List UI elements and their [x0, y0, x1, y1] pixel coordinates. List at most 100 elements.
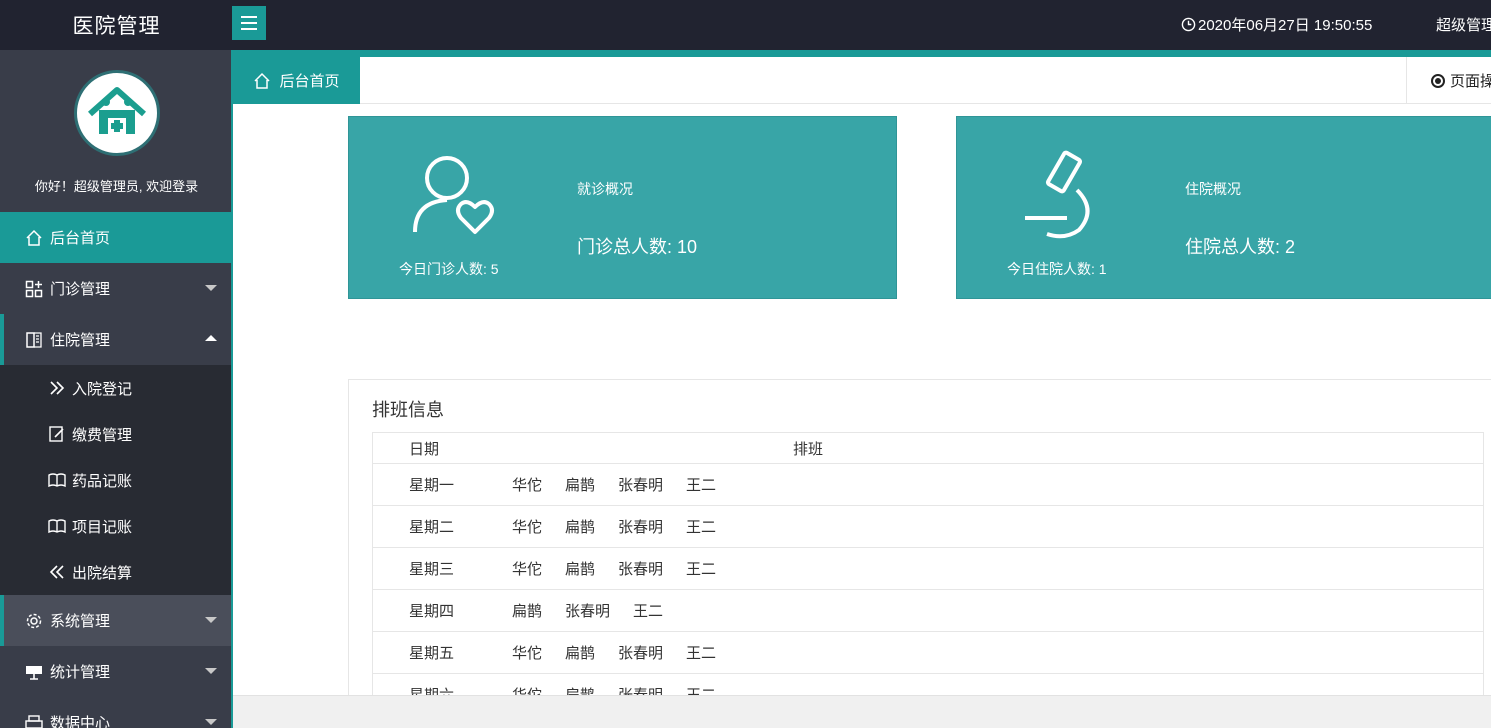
- submenu-item-admission[interactable]: 入院登记: [0, 365, 231, 411]
- column-header-date: 日期: [409, 440, 440, 458]
- sidebar-item-label: 门诊管理: [50, 281, 111, 298]
- table-row: 星期五 华佗 扁鹊 张春明 王二: [373, 632, 1483, 674]
- tab-label: 后台首页: [279, 73, 340, 90]
- submenu-item-drug-billing[interactable]: 药品记账: [0, 457, 231, 503]
- table-row: 星期六华佗 扁鹊 张春明 王二: [373, 674, 1483, 695]
- open-book-icon: [48, 471, 66, 489]
- submenu-item-label: 入院登记: [72, 380, 133, 398]
- chevron-up-icon: [205, 335, 217, 341]
- schedule-doctor: 张春明: [618, 645, 664, 662]
- schedule-doctor: 华佗: [512, 519, 543, 536]
- inpatient-summary-card[interactable]: 今日住院人数: 1 住院概况 住院总人数: 2: [956, 116, 1491, 299]
- submenu-item-label: 药品记账: [72, 472, 133, 490]
- sidebar-item-label: 系统管理: [50, 613, 111, 630]
- print-icon: [25, 714, 43, 728]
- hospital-logo-icon: [88, 87, 146, 134]
- double-chevron-left-icon: [48, 563, 66, 581]
- page-operation-button[interactable]: 页面操作: [1406, 57, 1491, 104]
- schedule-doctor: 王二: [686, 645, 717, 662]
- schedule-table: 日期 排班 星期一 华佗 扁鹊 张春明 王二 星期二 华佗 扁鹊 张春明 王二 星期三 华佗 扁鹊 张春明…: [372, 432, 1484, 695]
- hamburger-icon: [241, 16, 257, 30]
- grid-icon: [25, 280, 43, 298]
- chevron-down-icon: [205, 285, 217, 291]
- sidebar-item-label: 统计管理: [50, 664, 111, 681]
- book-icon: [25, 331, 43, 349]
- menu-toggle-button[interactable]: [232, 6, 266, 40]
- outpatient-summary-card[interactable]: 今日门诊人数: 5 就诊概况 门诊总人数: 10: [348, 116, 897, 299]
- clock-icon: [1181, 17, 1196, 32]
- main-content: 今日门诊人数: 5 就诊概况 门诊总人数: 10 今日住院人数: 1 住院概况 …: [233, 104, 1491, 695]
- schedule-doctor: 扁鹊: [565, 645, 596, 662]
- table-row: 星期四 扁鹊 张春明 王二: [373, 590, 1483, 632]
- welcome-text: 你好！超级管理员, 欢迎登录: [34, 179, 199, 194]
- sidebar-item-outpatient[interactable]: 门诊管理: [0, 263, 231, 314]
- schedule-doctor: 张春明: [618, 477, 664, 494]
- schedule-doctor: 扁鹊: [565, 477, 596, 494]
- edit-icon: [48, 425, 66, 443]
- schedule-doctor: 扁鹊: [565, 684, 595, 695]
- table-row: 星期二 华佗 扁鹊 张春明 王二: [373, 506, 1483, 548]
- schedule-doctor: 扁鹊: [512, 603, 543, 620]
- total-count: 住院总人数: 2: [1185, 237, 1296, 257]
- clock-text: 2020年06月27日 19:50:55: [1198, 17, 1373, 34]
- app-title: 医院管理: [72, 15, 161, 38]
- chevron-down-icon: [205, 719, 217, 725]
- schedule-doctor: 张春明: [618, 519, 664, 536]
- schedule-doctor: 华佗: [512, 645, 543, 662]
- sidebar-item-home[interactable]: 后台首页: [0, 212, 231, 263]
- column-header-schedule: 排班: [793, 440, 824, 458]
- schedule-doctor: 王二: [686, 684, 716, 695]
- chevron-down-icon: [205, 617, 217, 623]
- schedule-doctor: 王二: [686, 561, 717, 578]
- table-row: 星期三 华佗 扁鹊 张春明 王二: [373, 548, 1483, 590]
- schedule-doctor: 扁鹊: [565, 519, 596, 536]
- schedule-doctor: 华佗: [512, 477, 543, 494]
- tab-bar: 后台首页 页面操作: [233, 50, 1491, 104]
- tab-home[interactable]: 后台首页: [233, 57, 360, 104]
- open-book-icon: [48, 517, 66, 535]
- submenu-item-label: 项目记账: [72, 518, 133, 536]
- table-header: 日期 排班: [373, 433, 1483, 464]
- clock: 2020年06月27日 19:50:55: [1181, 14, 1372, 35]
- submenu-item-label: 出院结算: [72, 564, 133, 582]
- microscope-icon: [1025, 150, 1090, 239]
- schedule-day: 星期一: [409, 477, 455, 494]
- home-icon: [254, 72, 271, 89]
- schedule-day: 星期六: [373, 684, 512, 695]
- schedule-doctor: 王二: [686, 519, 717, 536]
- schedule-doctor: 王二: [686, 477, 717, 494]
- chevron-down-icon: [205, 668, 217, 674]
- schedule-day: 星期五: [409, 645, 455, 662]
- gear-icon: [25, 612, 43, 630]
- schedule-day: 星期三: [409, 561, 455, 578]
- submenu-item-discharge[interactable]: 出院结算: [0, 549, 231, 595]
- sidebar-item-statistics[interactable]: 统计管理: [0, 646, 231, 697]
- user-menu[interactable]: 超级管理: [1436, 14, 1491, 35]
- footer: [233, 695, 1491, 728]
- double-chevron-right-icon: [48, 379, 66, 397]
- card-title: 就诊概况: [577, 181, 633, 197]
- submenu-item-payment[interactable]: 缴费管理: [0, 411, 231, 457]
- avatar: [74, 70, 160, 156]
- board-icon: [25, 663, 43, 681]
- schedule-day: 星期二: [409, 519, 455, 536]
- schedule-doctor: 王二: [633, 603, 664, 620]
- schedule-doctor: 张春明: [618, 684, 663, 695]
- schedule-day: 星期四: [409, 603, 455, 620]
- submenu-item-label: 缴费管理: [72, 426, 133, 444]
- schedule-title: 排班信息: [372, 400, 444, 420]
- total-count: 门诊总人数: 10: [577, 237, 698, 257]
- table-row: 星期一 华佗 扁鹊 张春明 王二: [373, 464, 1483, 506]
- schedule-doctor: 扁鹊: [565, 561, 596, 578]
- card-title: 住院概况: [1185, 181, 1241, 197]
- sidebar-item-inpatient[interactable]: 住院管理: [0, 314, 231, 365]
- today-count: 今日门诊人数: 5: [399, 261, 499, 277]
- radio-dot-icon: [1431, 73, 1445, 88]
- top-bar: 医院管理 2020年06月27日 19:50:55 超级管理: [0, 0, 1491, 50]
- sidebar-item-system[interactable]: 系统管理: [0, 595, 231, 646]
- submenu-item-item-billing[interactable]: 项目记账: [0, 503, 231, 549]
- sidebar-item-data-center[interactable]: 数据中心: [0, 697, 231, 728]
- user-heart-icon: [413, 156, 494, 234]
- schedule-panel: 排班信息 日期 排班 星期一 华佗 扁鹊 张春明 王二 星期二 华佗 扁鹊 张春明 王二 星期三 华佗…: [348, 379, 1491, 695]
- sidebar: 你好！超级管理员, 欢迎登录 后台首页 门诊管理 住院管理 入院登记 缴费管理 …: [0, 50, 233, 728]
